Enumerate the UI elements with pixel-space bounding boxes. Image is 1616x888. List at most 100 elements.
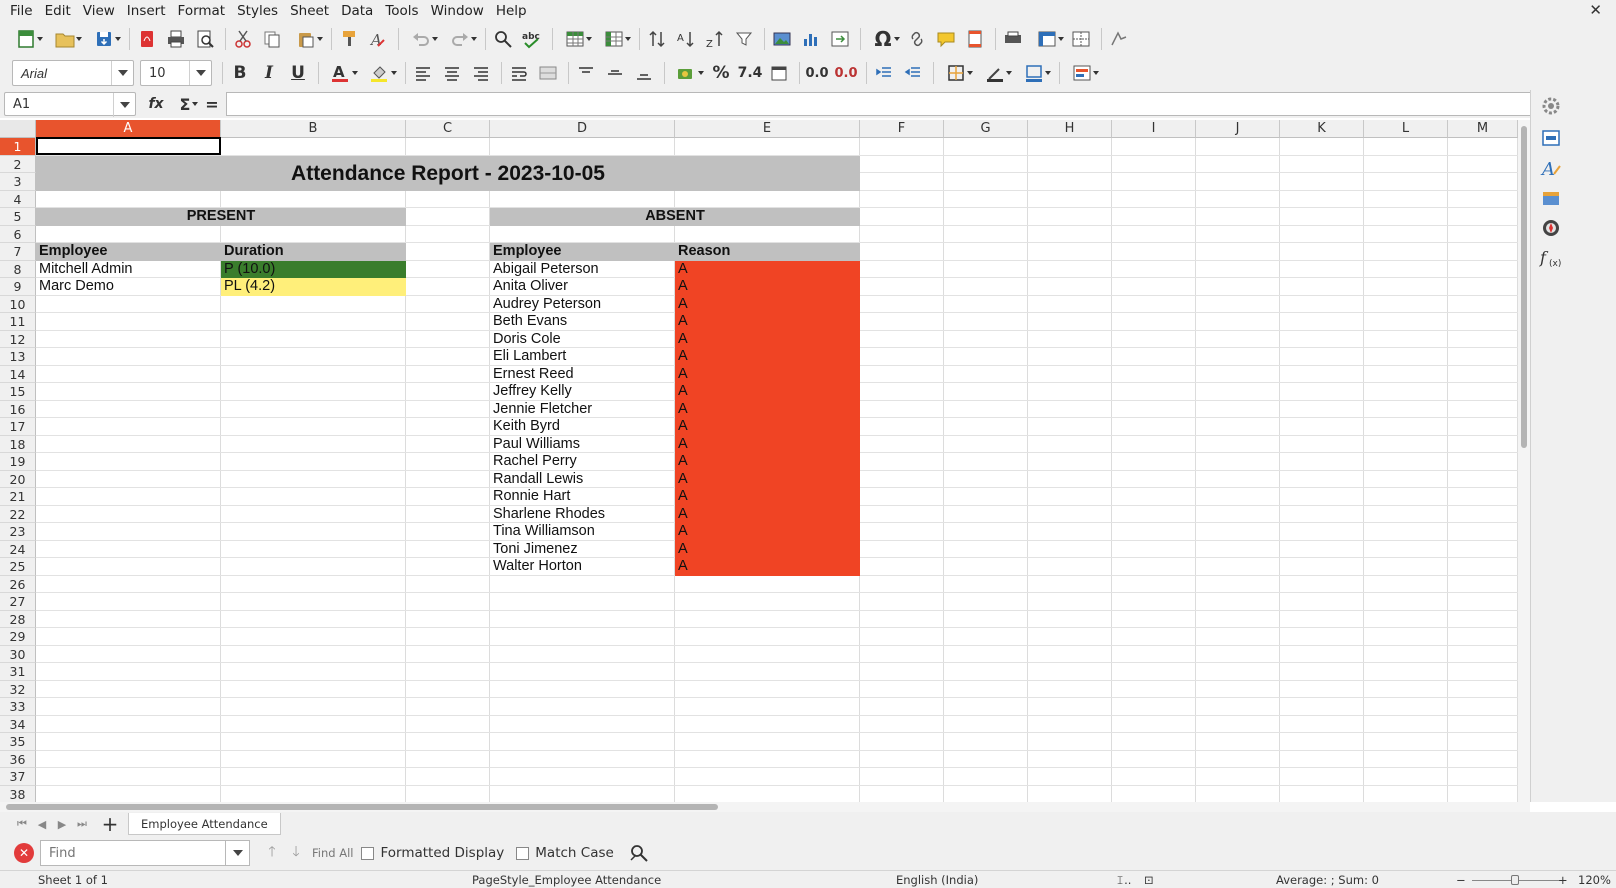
borders-icon[interactable] <box>938 60 974 86</box>
find-history-dropdown-icon[interactable] <box>226 840 250 866</box>
paste-icon[interactable] <box>288 26 324 52</box>
formula-button[interactable]: = <box>202 91 222 117</box>
row-header-13[interactable]: 13 <box>0 348 36 366</box>
absent-reason-cell[interactable]: A <box>675 418 860 435</box>
find-previous-icon[interactable]: 🡑 <box>260 841 284 865</box>
menu-file[interactable]: File <box>4 0 39 22</box>
present-duration-column-header[interactable]: Duration <box>221 243 406 260</box>
font-size-box[interactable]: 10 <box>140 60 212 86</box>
absent-reason-column-header[interactable]: Reason <box>675 243 860 260</box>
formatted-display-box[interactable] <box>361 846 375 860</box>
row-header-10[interactable]: 10 <box>0 295 36 313</box>
menu-tools[interactable]: Tools <box>379 0 424 22</box>
column-header-f[interactable]: F <box>860 120 944 138</box>
page-style[interactable]: PageStyle_Employee Attendance <box>472 873 661 887</box>
column-header-l[interactable]: L <box>1364 120 1448 138</box>
absent-reason-cell[interactable]: A <box>675 366 860 383</box>
first-sheet-icon[interactable]: ⏮ <box>12 815 32 833</box>
row-header-37[interactable]: 37 <box>0 768 36 786</box>
row-header-33[interactable]: 33 <box>0 698 36 716</box>
absent-reason-cell[interactable]: A <box>675 506 860 523</box>
column-header-m[interactable]: M <box>1448 120 1518 138</box>
align-left-icon[interactable] <box>410 60 436 86</box>
autofilter-icon[interactable] <box>731 26 757 52</box>
present-duration-cell[interactable]: PL (4.2) <box>221 278 406 295</box>
copy-icon[interactable] <box>259 26 285 52</box>
font-color-icon[interactable]: A <box>323 60 359 86</box>
absent-reason-cell[interactable]: A <box>675 488 860 505</box>
selection-mode-icon[interactable]: 𝙸.. <box>1116 873 1131 888</box>
row-header-26[interactable]: 26 <box>0 575 36 593</box>
next-sheet-icon[interactable]: ▶ <box>52 815 72 833</box>
row-header-21[interactable]: 21 <box>0 488 36 506</box>
absent-employee-cell[interactable]: Anita Oliver <box>490 278 675 295</box>
row-header-2[interactable]: 2 <box>0 155 36 173</box>
present-duration-cell[interactable]: P (10.0) <box>221 261 406 278</box>
find-replace-icon[interactable] <box>490 26 516 52</box>
row-header-7[interactable]: 7 <box>0 243 36 261</box>
new-document-icon[interactable] <box>8 26 44 52</box>
delete-decimal-button[interactable]: 0.0 <box>833 60 859 86</box>
underline-button[interactable]: U <box>285 60 311 86</box>
comment-icon[interactable] <box>933 26 959 52</box>
spelling-icon[interactable]: abc <box>519 26 545 52</box>
select-all-corner[interactable] <box>0 120 36 138</box>
match-case-box[interactable] <box>516 846 530 860</box>
row-header-27[interactable]: 27 <box>0 593 36 611</box>
absent-employee-cell[interactable]: Eli Lambert <box>490 348 675 365</box>
zoom-slider-knob[interactable] <box>1511 875 1519 885</box>
align-bottom-icon[interactable] <box>631 60 657 86</box>
menu-view[interactable]: View <box>77 0 121 22</box>
menu-insert[interactable]: Insert <box>121 0 172 22</box>
increase-indent-icon[interactable] <box>871 60 897 86</box>
sidebar-gallery-icon[interactable] <box>1537 184 1565 212</box>
sort-descending-icon[interactable]: Z <box>702 26 728 52</box>
row-header-15[interactable]: 15 <box>0 383 36 401</box>
special-character-icon[interactable]: Ω <box>865 26 901 52</box>
row-header-34[interactable]: 34 <box>0 715 36 733</box>
absent-reason-cell[interactable]: A <box>675 348 860 365</box>
highlighting-color-icon[interactable] <box>362 60 398 86</box>
row-header-18[interactable]: 18 <box>0 435 36 453</box>
menu-help[interactable]: Help <box>490 0 533 22</box>
last-sheet-icon[interactable]: ⏭ <box>72 815 92 833</box>
vertical-scroll-thumb[interactable] <box>1521 126 1527 448</box>
find-replace-dialog-icon[interactable] <box>626 840 652 866</box>
zoom-out-icon[interactable]: − <box>1456 873 1466 887</box>
row-header-30[interactable]: 30 <box>0 645 36 663</box>
absent-employee-column-header[interactable]: Employee <box>490 243 675 260</box>
absent-employee-cell[interactable]: Keith Byrd <box>490 418 675 435</box>
absent-employee-cell[interactable]: Abigail Peterson <box>490 261 675 278</box>
absent-reason-cell[interactable]: A <box>675 296 860 313</box>
name-box-dropdown-icon[interactable] <box>113 93 135 117</box>
row-header-4[interactable]: 4 <box>0 190 36 208</box>
active-cell-cursor[interactable] <box>36 137 221 155</box>
decrease-indent-icon[interactable] <box>900 60 926 86</box>
bold-button[interactable]: B <box>227 60 253 86</box>
absent-reason-cell[interactable]: A <box>675 278 860 295</box>
absent-reason-cell[interactable]: A <box>675 471 860 488</box>
column-header-b[interactable]: B <box>221 120 406 138</box>
horizontal-scrollbar[interactable] <box>0 802 1530 812</box>
absent-employee-cell[interactable]: Randall Lewis <box>490 471 675 488</box>
number-format-button[interactable]: 7.4 <box>737 60 763 86</box>
font-name-box[interactable]: Arial <box>12 60 134 86</box>
currency-format-icon[interactable] <box>669 60 705 86</box>
row-header-6[interactable]: 6 <box>0 225 36 243</box>
absent-reason-cell[interactable]: A <box>675 401 860 418</box>
absent-employee-cell[interactable]: Beth Evans <box>490 313 675 330</box>
formatted-display-checkbox[interactable]: Formatted Display <box>361 845 504 861</box>
menu-edit[interactable]: Edit <box>39 0 77 22</box>
absent-reason-cell[interactable]: A <box>675 261 860 278</box>
cut-icon[interactable] <box>230 26 256 52</box>
headers-footers-icon[interactable] <box>962 26 988 52</box>
row-header-32[interactable]: 32 <box>0 680 36 698</box>
menu-sheet[interactable]: Sheet <box>284 0 335 22</box>
column-header-c[interactable]: C <box>406 120 490 138</box>
row-header-23[interactable]: 23 <box>0 523 36 541</box>
row-header-14[interactable]: 14 <box>0 365 36 383</box>
row-icon[interactable] <box>557 26 593 52</box>
column-header-k[interactable]: K <box>1280 120 1364 138</box>
absent-employee-cell[interactable]: Tina Williamson <box>490 523 675 540</box>
present-employee-cell[interactable]: Mitchell Admin <box>36 261 221 278</box>
